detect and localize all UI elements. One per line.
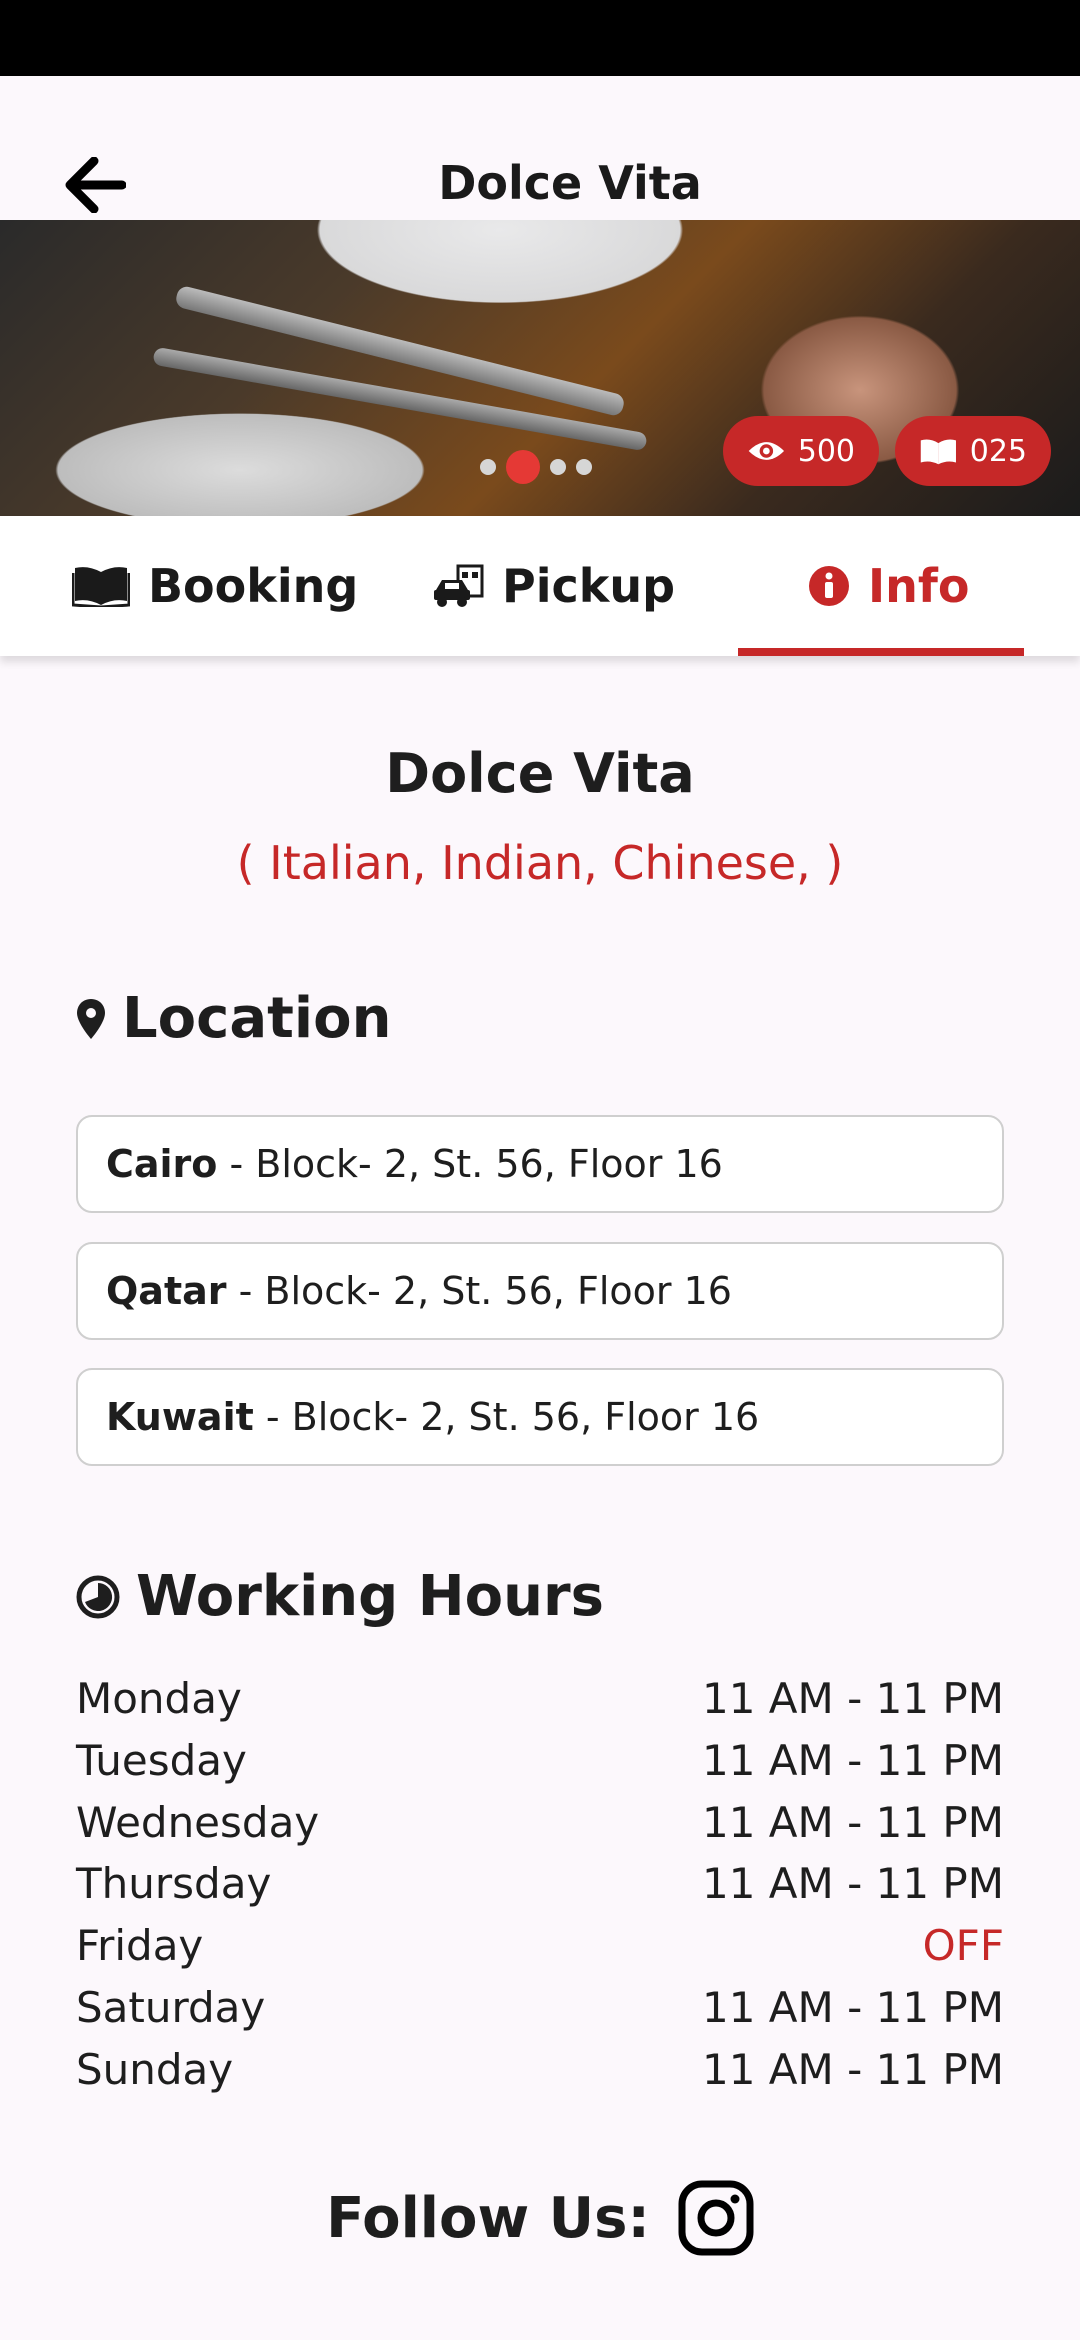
day-label: Saturday xyxy=(76,1982,266,2032)
location-heading: Location xyxy=(76,986,391,1051)
cuisine-list: ( Italian, Indian, Chinese, ) xyxy=(236,836,844,890)
hours-value: 11 AM - 11 PM xyxy=(702,1858,1004,1908)
carousel-indicator xyxy=(480,450,592,484)
bookings-badge: 025 xyxy=(895,416,1051,486)
instagram-icon[interactable] xyxy=(678,2180,754,2256)
tab-label: Pickup xyxy=(502,559,676,613)
location-address: - Block- 2, St. 56, Floor 16 xyxy=(253,1395,760,1439)
hours-value-off: OFF xyxy=(922,1920,1004,1970)
follow-us-label: Follow Us: xyxy=(326,2185,650,2251)
location-address: - Block- 2, St. 56, Floor 16 xyxy=(226,1269,732,1313)
page-title: Dolce Vita xyxy=(438,156,702,210)
hours-row: Saturday 11 AM - 11 PM xyxy=(76,1977,1004,2037)
book-icon xyxy=(72,567,130,607)
carousel-dot[interactable] xyxy=(550,459,566,475)
follow-us-section: Follow Us: xyxy=(0,2180,1080,2256)
hours-value: 11 AM - 11 PM xyxy=(702,1735,1004,1785)
hours-value: 11 AM - 11 PM xyxy=(702,2044,1004,2094)
hours-row: Tuesday 11 AM - 11 PM xyxy=(76,1730,1004,1790)
selected-tab-indicator xyxy=(738,648,1024,656)
location-city: Cairo xyxy=(106,1142,218,1186)
hours-value: 11 AM - 11 PM xyxy=(702,1982,1004,2032)
tab-bar: Booking Pickup Info xyxy=(0,516,1080,656)
section-title: Working Hours xyxy=(136,1564,604,1629)
tab-info[interactable]: Info xyxy=(808,516,969,656)
carousel-dot[interactable] xyxy=(480,459,496,475)
tab-label: Info xyxy=(868,559,970,613)
car-store-icon xyxy=(434,564,484,607)
day-label: Tuesday xyxy=(76,1735,247,1785)
location-card[interactable]: Cairo - Block- 2, St. 56, Floor 16 xyxy=(76,1115,1004,1213)
hours-row: Wednesday 11 AM - 11 PM xyxy=(76,1792,1004,1852)
day-label: Thursday xyxy=(76,1858,272,1908)
hours-value: 11 AM - 11 PM xyxy=(702,1673,1004,1723)
hours-value: 11 AM - 11 PM xyxy=(702,1797,1004,1847)
carousel-dot[interactable] xyxy=(576,459,592,475)
bookings-count: 025 xyxy=(969,433,1027,469)
section-title: Location xyxy=(122,986,392,1051)
day-label: Friday xyxy=(76,1920,204,1970)
working-hours-heading: Working Hours xyxy=(76,1564,604,1629)
hours-row: Sunday 11 AM - 11 PM xyxy=(76,2039,1004,2099)
location-city: Qatar xyxy=(106,1269,227,1313)
day-label: Monday xyxy=(76,1673,242,1723)
tab-label: Booking xyxy=(148,559,359,613)
location-card[interactable]: Kuwait - Block- 2, St. 56, Floor 16 xyxy=(76,1368,1004,1466)
day-label: Sunday xyxy=(76,2044,234,2094)
hours-row: Friday OFF xyxy=(76,1915,1004,1975)
views-badge: 500 xyxy=(723,416,879,486)
restaurant-name: Dolce Vita xyxy=(385,742,695,805)
eye-icon xyxy=(748,442,785,460)
open-book-icon xyxy=(920,439,956,465)
info-icon xyxy=(809,566,849,606)
tab-pickup[interactable]: Pickup xyxy=(432,516,675,656)
location-card[interactable]: Qatar - Block- 2, St. 56, Floor 16 xyxy=(76,1242,1004,1340)
map-pin-icon xyxy=(77,998,105,1039)
hours-row: Monday 11 AM - 11 PM xyxy=(76,1668,1004,1728)
carousel-dot-active[interactable] xyxy=(506,450,540,484)
day-label: Wednesday xyxy=(76,1797,320,1847)
location-address: - Block- 2, St. 56, Floor 16 xyxy=(217,1142,723,1186)
status-bar xyxy=(0,0,1080,76)
hours-row: Thursday 11 AM - 11 PM xyxy=(76,1853,1004,1913)
location-city: Kuwait xyxy=(106,1395,254,1439)
clock-icon xyxy=(76,1575,120,1618)
views-count: 500 xyxy=(797,433,855,469)
tab-booking[interactable]: Booking xyxy=(72,516,358,656)
